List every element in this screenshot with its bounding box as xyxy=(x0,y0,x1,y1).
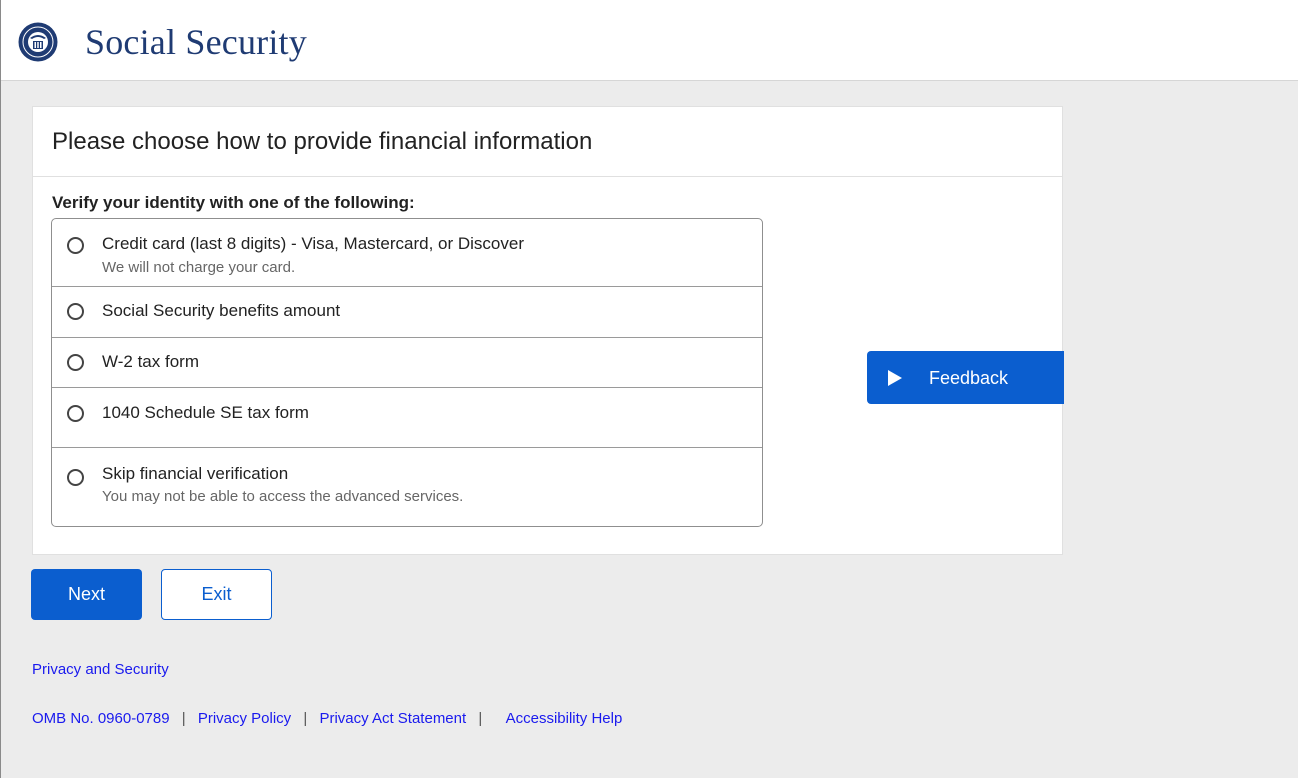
site-brand[interactable]: Social Security xyxy=(85,21,307,63)
footer-separator: | xyxy=(181,710,186,727)
footer-separator: | xyxy=(478,710,483,727)
footer-separator: | xyxy=(303,710,308,727)
option-hint: You may not be able to access the advanc… xyxy=(102,488,464,505)
option-label: Social Security benefits amount xyxy=(102,301,341,320)
omb-number-link[interactable]: OMB No. 0960-0789 xyxy=(32,710,170,727)
options-heading: Verify your identity with one of the fol… xyxy=(52,193,415,212)
privacy-policy-link[interactable]: Privacy Policy xyxy=(198,710,291,727)
ssa-seal-icon xyxy=(18,22,58,62)
radio-button[interactable] xyxy=(67,237,84,254)
verification-options: Credit card (last 8 digits) - Visa, Mast… xyxy=(51,218,763,527)
option-hint: We will not charge your card. xyxy=(102,259,296,276)
option-label: 1040 Schedule SE tax form xyxy=(102,403,309,422)
radio-button[interactable] xyxy=(67,354,84,371)
footer: OMB No. 0960-0789 | Privacy Policy | Pri… xyxy=(32,710,622,727)
option-credit-card[interactable]: Credit card (last 8 digits) - Visa, Mast… xyxy=(52,219,762,287)
option-label: Credit card (last 8 digits) - Visa, Mast… xyxy=(102,234,524,253)
next-button[interactable]: Next xyxy=(31,569,142,620)
privacy-act-link[interactable]: Privacy Act Statement xyxy=(319,710,466,727)
option-w2[interactable]: W-2 tax form xyxy=(52,338,762,388)
option-skip[interactable]: Skip financial verification You may not … xyxy=(52,448,762,526)
option-benefits-amount[interactable]: Social Security benefits amount xyxy=(52,287,762,338)
accessibility-help-link[interactable]: Accessibility Help xyxy=(506,710,623,727)
exit-button[interactable]: Exit xyxy=(161,569,272,620)
radio-button[interactable] xyxy=(67,303,84,320)
feedback-button[interactable]: Feedback xyxy=(867,351,1064,404)
radio-button[interactable] xyxy=(67,405,84,422)
feedback-label: Feedback xyxy=(929,368,1009,388)
play-icon xyxy=(888,370,902,386)
site-header: Social Security xyxy=(1,0,1298,81)
option-label: Skip financial verification xyxy=(102,464,289,483)
option-1040-se[interactable]: 1040 Schedule SE tax form xyxy=(52,388,762,448)
financial-info-card: Please choose how to provide financial i… xyxy=(32,106,1064,555)
privacy-security-link[interactable]: Privacy and Security xyxy=(32,661,169,678)
option-label: W-2 tax form xyxy=(102,352,199,371)
page-title: Please choose how to provide financial i… xyxy=(52,128,593,155)
card-header: Please choose how to provide financial i… xyxy=(33,107,1062,177)
radio-button[interactable] xyxy=(67,469,84,486)
